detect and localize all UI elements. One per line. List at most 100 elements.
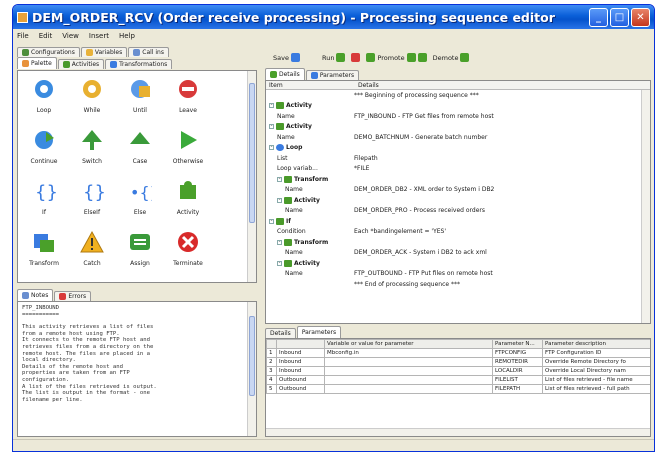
param-row[interactable]: 5 Outbound FILEPATH List of files retrieved… — [266, 384, 650, 394]
param-row[interactable]: 2 Inbound REMOTEDIR Override Remote Directo… — [266, 357, 650, 367]
tree-row[interactable]: - Activity — [266, 195, 650, 206]
param-row[interactable]: 1 Inbound Mbconfig.in FTPCONFIG FTP Configur… — [266, 348, 650, 358]
tree-row[interactable]: *** Beginning of processing sequence *** — [266, 90, 650, 101]
tab-activities[interactable]: Activities — [57, 59, 105, 69]
palette-item-else[interactable]: •{} Else — [116, 179, 164, 230]
palette-item-switch[interactable]: Switch — [68, 128, 116, 179]
col-num[interactable] — [266, 339, 277, 349]
header-details[interactable]: Details — [356, 82, 379, 89]
tree-row[interactable]: Name DEMO_BATCHNUM - Generate batch numbe… — [266, 132, 650, 143]
palette-item-if[interactable]: {} If — [20, 179, 68, 230]
close-button[interactable]: ✕ — [631, 7, 650, 27]
tree-row[interactable]: - Activity — [266, 101, 650, 112]
palette-item-transform[interactable]: Transform — [20, 230, 68, 281]
collapse-toggle-icon[interactable]: - — [269, 218, 274, 224]
collapse-toggle-icon[interactable]: - — [277, 239, 282, 245]
param-row[interactable]: 4 Outbound FILELIST List of files retrieved… — [266, 375, 650, 385]
param-tabs: Details Parameters — [265, 326, 342, 338]
param-cell-value[interactable] — [324, 384, 493, 394]
palette-item-assign[interactable]: Assign — [116, 230, 164, 281]
tree-row[interactable]: List Filepath — [266, 153, 650, 164]
collapse-toggle-icon[interactable]: - — [277, 260, 282, 266]
collapse-toggle-icon[interactable]: - — [277, 176, 282, 182]
minimize-button[interactable]: _ — [589, 7, 608, 27]
tab-palette[interactable]: Palette — [17, 57, 57, 69]
tab-notes[interactable]: Notes — [17, 289, 54, 301]
run-button[interactable]: Run — [322, 53, 346, 62]
collapse-toggle-icon[interactable]: - — [269, 145, 274, 151]
tree-row[interactable]: - If — [266, 216, 650, 227]
menu-insert[interactable]: Insert — [89, 32, 109, 40]
otherwise-icon — [176, 128, 200, 152]
col-param-name[interactable]: Parameter N... — [492, 339, 543, 349]
col-value[interactable]: Variable or value for parameter — [324, 339, 493, 349]
tree-row[interactable]: - Transform — [266, 174, 650, 185]
param-cell-value[interactable] — [324, 375, 493, 385]
tree-item-label: Name — [285, 186, 303, 194]
save-button[interactable]: Save — [273, 53, 300, 62]
menu-help[interactable]: Help — [119, 32, 135, 40]
palette-scrollbar[interactable] — [247, 71, 256, 282]
tree-row[interactable]: - Activity — [266, 258, 650, 269]
tab-param-parameters[interactable]: Parameters — [296, 326, 342, 338]
tree-row[interactable]: Name DEM_ORDER_ACK - System i DB2 to ack … — [266, 248, 650, 259]
tab-transformations[interactable]: Transformations — [105, 59, 173, 69]
palette-item-otherwise[interactable]: Otherwise — [164, 128, 212, 179]
tab-param-details[interactable]: Details — [265, 328, 296, 338]
palette-item-while[interactable]: While — [68, 77, 116, 128]
menu-edit[interactable]: Edit — [39, 32, 53, 40]
palette-item-until[interactable]: Until — [116, 77, 164, 128]
tree-row[interactable]: Loop variab... *FILE — [266, 164, 650, 175]
palette-item-loop[interactable]: Loop — [20, 77, 68, 128]
palette-item-case[interactable]: Case — [116, 128, 164, 179]
palette-item-leave[interactable]: Leave — [164, 77, 212, 128]
tree-row[interactable]: - Transform — [266, 237, 650, 248]
parameters-pane: Variable or value for parameter Paramete… — [265, 338, 651, 437]
palette-item-catch[interactable]: Catch — [68, 230, 116, 281]
tree-row[interactable]: *** End of processing sequence *** — [266, 279, 650, 290]
tab-call-ins[interactable]: Call ins — [128, 47, 169, 57]
tree-item-label: Loop — [286, 144, 303, 152]
collapse-toggle-icon[interactable]: - — [269, 103, 274, 109]
tree-item-cell: Loop variab... — [266, 165, 354, 172]
tree-item-cell: - Activity — [266, 123, 354, 131]
col-direction[interactable] — [276, 339, 325, 349]
tab-errors[interactable]: Errors — [54, 291, 92, 301]
tree-row[interactable]: Name DEM_ORDER_PRO - Process received ord… — [266, 206, 650, 217]
palette-item-terminate[interactable]: Terminate — [164, 230, 212, 281]
palette-item-elseif[interactable]: {} ElseIf — [68, 179, 116, 230]
param-cell-value[interactable] — [324, 366, 493, 376]
tree-scrollbar[interactable] — [641, 90, 650, 323]
col-param-desc[interactable]: Parameter description — [542, 339, 650, 349]
promote-button[interactable]: Promote — [366, 53, 427, 62]
collapse-toggle-icon[interactable]: - — [269, 124, 274, 130]
tree-row[interactable]: Name FTP_OUTBOUND - FTP Put files on remo… — [266, 269, 650, 280]
palette-scroll-thumb[interactable] — [249, 83, 255, 223]
notes-text[interactable]: FTP_INBOUND =========== This activity retr… — [18, 302, 256, 406]
collapse-toggle-icon[interactable]: - — [277, 197, 282, 203]
tree-row[interactable]: Name DEM_ORDER_DB2 - XML order to System … — [266, 185, 650, 196]
maximize-button[interactable]: □ — [610, 7, 629, 27]
menu-file[interactable]: File — [17, 32, 29, 40]
tree-row[interactable]: - Loop — [266, 143, 650, 154]
tab-variables[interactable]: Variables — [80, 47, 128, 57]
palette-item-continue[interactable]: Continue — [20, 128, 68, 179]
delete-button[interactable] — [351, 53, 361, 62]
tab-parameters[interactable]: Parameters — [305, 70, 360, 80]
palette-item-activity[interactable]: Activity — [164, 179, 212, 230]
param-cell-value[interactable]: Mbconfig.in — [324, 348, 493, 358]
title-bar[interactable]: DEM_ORDER_RCV (Order receive processing)… — [13, 5, 654, 29]
notes-scrollbar[interactable] — [247, 302, 256, 436]
header-item[interactable]: Item — [266, 82, 356, 89]
menu-view[interactable]: View — [62, 32, 79, 40]
tab-details[interactable]: Details — [265, 68, 305, 80]
tree-row[interactable]: Name FTP_INBOUND - FTP Get files from rem… — [266, 111, 650, 122]
tree-row[interactable]: Condition Each *bandingelement = 'YES' — [266, 227, 650, 238]
param-row[interactable]: 3 Inbound LOCALDIR Override Local Directory… — [266, 366, 650, 376]
notes-scroll-thumb[interactable] — [249, 316, 255, 396]
param-cell-value[interactable] — [324, 357, 493, 367]
demote-button[interactable]: Demote — [433, 53, 470, 62]
params-hscrollbar[interactable] — [266, 428, 650, 436]
tab-configurations[interactable]: Configurations — [17, 47, 80, 57]
tree-row[interactable]: - Activity — [266, 122, 650, 133]
